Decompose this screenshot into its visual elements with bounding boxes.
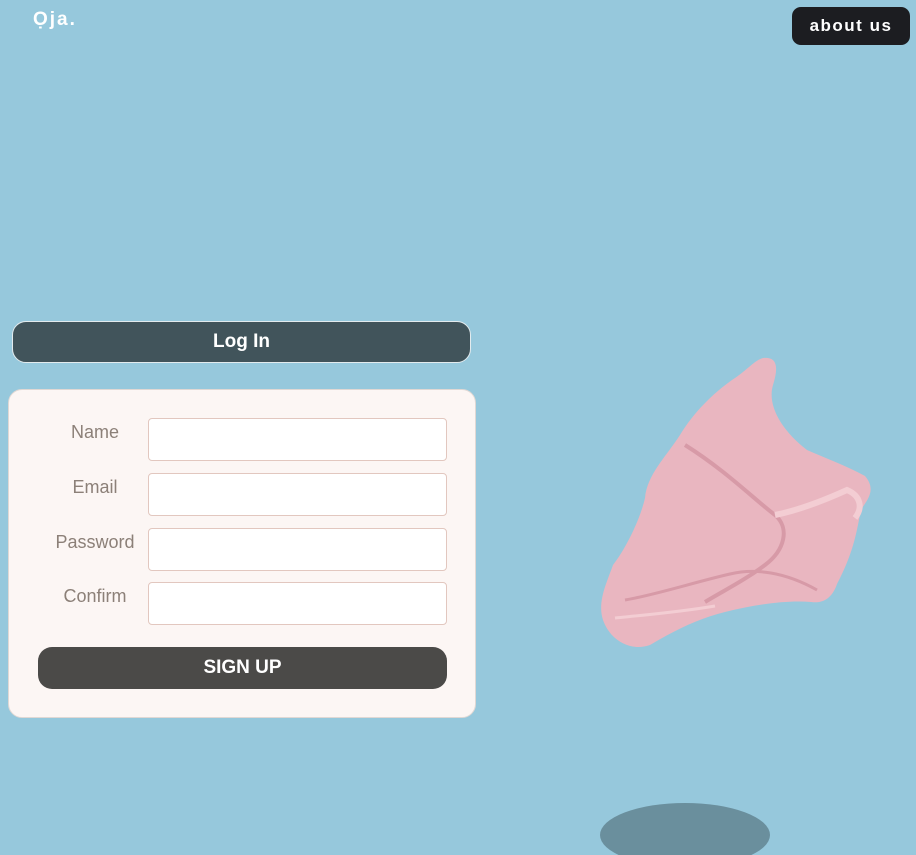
name-label: Name (70, 422, 119, 442)
email-label: Email (72, 477, 118, 497)
logo[interactable]: Ọja. (33, 9, 77, 31)
name-input[interactable] (148, 418, 447, 461)
log-in-button[interactable]: Log In (12, 321, 471, 363)
about-us-button[interactable]: about us (792, 7, 910, 45)
password-input[interactable] (148, 528, 447, 571)
confirm-label: Confirm (63, 586, 127, 606)
sign-up-button[interactable]: SIGN UP (38, 647, 447, 689)
signup-form: Name Email Password Confirm SIGN UP (8, 389, 476, 718)
confirm-password-input[interactable] (148, 582, 447, 625)
shadow-shape (600, 803, 770, 855)
pink-sneaker-image (601, 357, 871, 648)
email-input[interactable] (148, 473, 447, 516)
password-label: Password (55, 532, 135, 552)
